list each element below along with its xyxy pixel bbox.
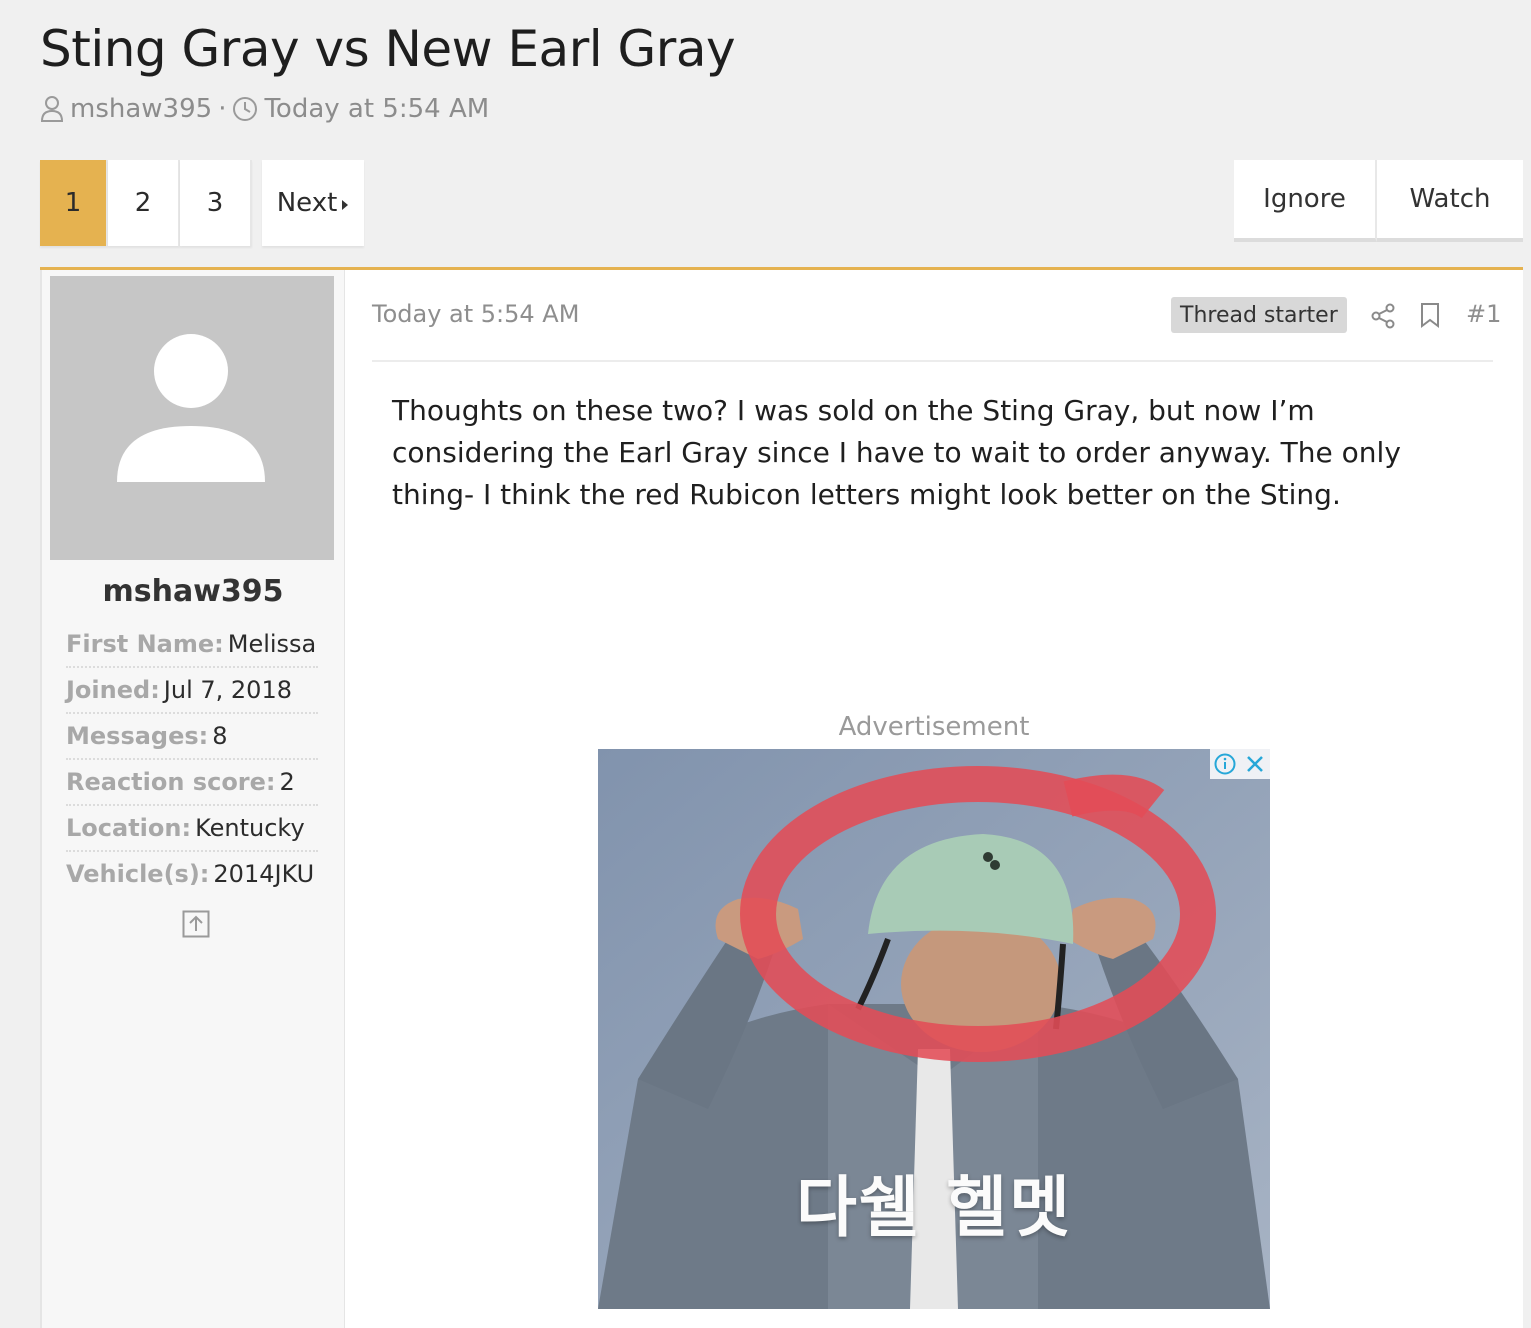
extra-value[interactable]: Kentucky	[195, 814, 305, 842]
post: mshaw395 First Name: Melissa Joined: Jul…	[40, 267, 1523, 1328]
page-link-1[interactable]: 1	[40, 160, 108, 246]
extra-value: Jul 7, 2018	[163, 676, 292, 704]
extra-value: 2	[279, 768, 295, 796]
close-icon[interactable]	[1240, 749, 1270, 779]
extra-label: Reaction score:	[66, 768, 276, 796]
watch-button[interactable]: Watch	[1377, 160, 1523, 242]
clock-icon	[232, 96, 258, 122]
advertisement-label: Advertisement	[838, 712, 1030, 742]
avatar-icon	[117, 334, 265, 482]
extra-value: 2014JKU	[213, 860, 315, 888]
page-link-2[interactable]: 2	[108, 160, 180, 246]
post-user-cell: mshaw395 First Name: Melissa Joined: Jul…	[40, 270, 345, 1328]
info-icon[interactable]	[1210, 749, 1240, 779]
share-icon[interactable]	[1371, 303, 1395, 333]
thread-title: Sting Gray vs New Earl Gray	[40, 20, 736, 78]
extra-joined: Joined: Jul 7, 2018	[66, 668, 318, 714]
thread-author-link[interactable]: mshaw395	[70, 94, 212, 124]
extra-messages: Messages: 8	[66, 714, 318, 760]
extra-reaction-score: Reaction score: 2	[66, 760, 318, 806]
post-main-cell: Today at 5:54 AM Thread starter #1 Thoug…	[342, 270, 1523, 1328]
post-username[interactable]: mshaw395	[42, 574, 344, 609]
post-date-link[interactable]: Today at 5:54 AM	[372, 300, 579, 328]
extra-label: Joined:	[66, 676, 160, 704]
ad-controls	[1210, 749, 1270, 779]
thread-page: Sting Gray vs New Earl Gray mshaw395 · T…	[0, 0, 1531, 1328]
extra-value: Melissa	[227, 630, 317, 658]
avatar[interactable]	[50, 276, 334, 560]
extra-location: Location: Kentucky	[66, 806, 318, 852]
thread-starter-badge: Thread starter	[1171, 297, 1347, 333]
advertisement-image[interactable]: 다쉘 헬멧	[598, 749, 1270, 1309]
extra-label: Vehicle(s):	[66, 860, 210, 888]
extra-label: Messages:	[66, 722, 209, 750]
caret-right-icon	[341, 188, 349, 218]
advertisement-text: 다쉘 헬멧	[796, 1169, 1072, 1246]
meta-separator: ·	[218, 94, 227, 124]
user-icon	[40, 95, 64, 123]
pagination: 1 2 3 Next	[40, 160, 364, 246]
extra-first-name: First Name: Melissa	[66, 622, 318, 668]
page-link-3[interactable]: 3	[180, 160, 252, 246]
collapse-icon[interactable]	[182, 910, 210, 942]
ignore-button[interactable]: Ignore	[1234, 160, 1377, 242]
bookmark-icon[interactable]	[1420, 302, 1440, 332]
extra-label: First Name:	[66, 630, 224, 658]
user-extras: First Name: Melissa Joined: Jul 7, 2018 …	[66, 622, 318, 898]
next-page-button[interactable]: Next	[262, 160, 364, 246]
post-body: Thoughts on these two? I was sold on the…	[392, 394, 1401, 511]
post-number-link[interactable]: #1	[1466, 300, 1501, 328]
next-label: Next	[276, 188, 338, 218]
post-header: Today at 5:54 AM Thread starter #1	[372, 270, 1501, 362]
extra-vehicles: Vehicle(s): 2014JKU	[66, 852, 318, 898]
extra-label: Location:	[66, 814, 192, 842]
thread-date-link[interactable]: Today at 5:54 AM	[264, 94, 489, 124]
extra-value[interactable]: 8	[212, 722, 227, 750]
thread-actions: Ignore Watch	[1234, 160, 1523, 242]
thread-meta: mshaw395 · Today at 5:54 AM	[40, 94, 489, 124]
